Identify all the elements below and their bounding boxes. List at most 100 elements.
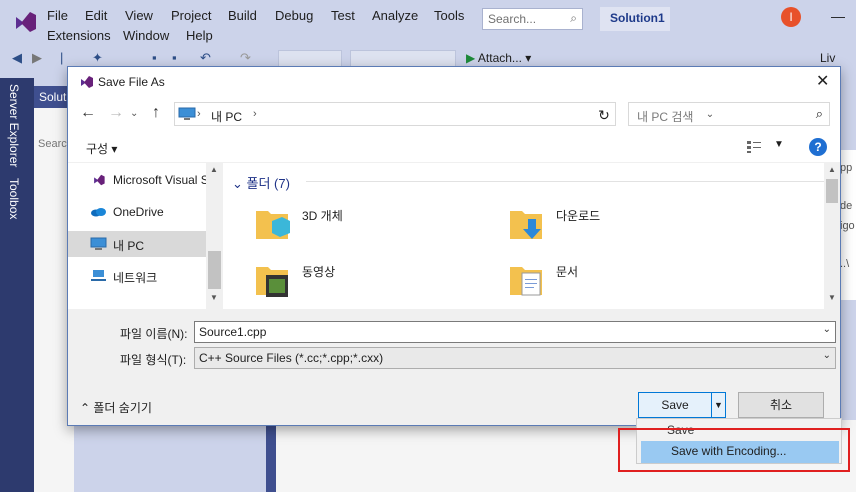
breadcrumb[interactable]: 내 PC	[211, 108, 242, 125]
vs-search-input[interactable]: Search... ⌕	[482, 8, 583, 30]
file-pane-scrollbar[interactable]: ▲ ▼	[824, 163, 840, 309]
nav-item-this-pc[interactable]: 내 PC	[68, 231, 206, 257]
filename-value: Source1.cpp	[199, 325, 267, 339]
cancel-button[interactable]: 취소	[738, 392, 824, 418]
breadcrumb-separator-icon[interactable]: ›	[253, 108, 257, 120]
scroll-up-icon[interactable]: ▲	[828, 165, 836, 174]
menu-extensions[interactable]: Extensions	[47, 28, 111, 43]
file-name: 3D 개체	[302, 209, 343, 223]
dialog-title: Save File As	[98, 75, 165, 89]
scroll-thumb[interactable]	[208, 251, 221, 289]
new-project-icon[interactable]: ✦	[92, 50, 103, 66]
menu-analyze[interactable]: Analyze	[372, 8, 418, 23]
chevron-up-icon: ⌃	[80, 401, 94, 415]
chevron-down-icon[interactable]: ⌄	[823, 350, 831, 361]
menu-debug[interactable]: Debug	[275, 8, 313, 23]
server-explorer-tab[interactable]: Server Explorer	[7, 84, 21, 167]
filename-input[interactable]: Source1.cpp ⌄	[194, 321, 836, 343]
folder-item-downloads[interactable]: 다운로드	[508, 199, 738, 245]
downloads-folder-icon	[510, 211, 542, 239]
group-header[interactable]: ⌄ 폴더 (7)	[232, 173, 290, 192]
menu-window[interactable]: Window	[123, 28, 169, 43]
save-button[interactable]: Save	[638, 392, 712, 418]
back-icon[interactable]: ◀	[12, 50, 22, 66]
menu-file[interactable]: File	[47, 8, 68, 23]
chevron-down-icon[interactable]: ⌄	[823, 324, 831, 335]
computer-icon	[90, 237, 107, 250]
address-bar[interactable]: › 내 PC › ⌄ ↻	[174, 102, 714, 126]
undo-icon[interactable]: ↶	[200, 50, 211, 66]
nav-item-onedrive[interactable]: OneDrive	[68, 199, 206, 225]
save-options-area: 파일 이름(N): Source1.cpp ⌄ 파일 형식(T): C++ So…	[68, 309, 840, 425]
live-share-button[interactable]: Liv	[820, 51, 835, 65]
collapse-chevron-icon: ⌄	[232, 176, 247, 191]
filetype-select[interactable]: C++ Source Files (*.cc;*.cpp;*.cxx) ⌄	[194, 347, 836, 369]
file-name: 다운로드	[556, 209, 601, 223]
refresh-icon[interactable]: ↻	[595, 106, 613, 124]
folder-item-documents[interactable]: 문서	[508, 255, 738, 301]
scroll-down-icon[interactable]: ▼	[210, 293, 218, 302]
properties-text: pp	[840, 162, 853, 174]
folder-item-videos[interactable]: 동영상	[254, 255, 484, 301]
nav-item-label: Microsoft Visual S	[113, 173, 206, 187]
forward-arrow-icon[interactable]: →	[108, 104, 124, 122]
folder-search-placeholder: 내 PC 검색	[637, 110, 694, 124]
filetype-value: C++ Source Files (*.cc;*.cpp;*.cxx)	[199, 351, 384, 365]
menu-help[interactable]: Help	[186, 28, 213, 43]
recent-locations-icon[interactable]: ⌄	[130, 108, 138, 119]
redo-icon[interactable]: ↷	[240, 50, 251, 66]
attach-button[interactable]: ▶ Attach... ▾	[466, 51, 531, 65]
folder-search-input[interactable]: 내 PC 검색 ⌕	[628, 102, 830, 126]
play-icon: ▶	[466, 51, 478, 65]
avatar[interactable]: I	[781, 7, 801, 27]
save-split-dropdown-icon[interactable]: ▼	[712, 392, 726, 418]
computer-icon	[178, 107, 196, 120]
minimize-icon[interactable]: —	[831, 8, 845, 24]
visual-studio-icon	[94, 174, 105, 186]
menu-build[interactable]: Build	[228, 8, 257, 23]
forward-icon[interactable]: ▶	[32, 50, 42, 66]
search-icon: ⌕	[815, 106, 823, 121]
menu-edit[interactable]: Edit	[85, 8, 107, 23]
solution-search[interactable]: Searc	[38, 138, 67, 150]
close-icon[interactable]: ✕	[816, 71, 829, 91]
nav-item-visual-studio[interactable]: Microsoft Visual S	[68, 167, 206, 193]
save-icon[interactable]: ▪	[152, 50, 157, 65]
nav-item-label: 내 PC	[113, 239, 145, 253]
filename-label: 파일 이름(N):	[120, 327, 188, 341]
menu-test[interactable]: Test	[331, 8, 355, 23]
breadcrumb-separator-icon: ›	[197, 108, 201, 120]
scroll-thumb[interactable]	[826, 179, 838, 203]
hide-folders-toggle[interactable]: ⌃ 폴더 숨기기	[80, 399, 152, 416]
navigation-row: ← → ⌄ ↑ › 내 PC › ⌄ ↻ 내 PC 검색 ⌕	[68, 99, 840, 129]
nav-item-label: OneDrive	[113, 205, 164, 219]
back-arrow-icon[interactable]: ←	[80, 104, 96, 122]
menu-view[interactable]: View	[125, 8, 153, 23]
navigation-pane: Microsoft Visual S OneDrive 내 PC 네트워크 ▲ …	[68, 163, 223, 309]
properties-text: ..\	[840, 258, 850, 270]
properties-text: igo	[840, 220, 855, 232]
nav-pane-scrollbar[interactable]: ▲ ▼	[206, 163, 223, 309]
vs-search-placeholder: Search...	[488, 12, 537, 26]
nav-item-network[interactable]: 네트워크	[68, 263, 206, 289]
organize-button[interactable]: 구성 ▾	[86, 140, 117, 157]
save-file-as-dialog: Save File As ✕ ← → ⌄ ↑ › 내 PC › ⌄ ↻ 내 PC…	[67, 66, 841, 426]
editor-scroll-edge	[266, 420, 276, 492]
solution-name-badge: Solution1	[600, 7, 670, 31]
3d-objects-folder-icon	[256, 211, 290, 239]
menu-tools[interactable]: Tools	[434, 8, 464, 23]
filetype-label: 파일 형식(T):	[120, 353, 187, 367]
scroll-down-icon[interactable]: ▼	[828, 293, 836, 302]
help-icon[interactable]: ?	[809, 138, 827, 156]
save-all-icon[interactable]: ▪	[172, 50, 177, 65]
folder-item-3d-objects[interactable]: 3D 개체	[254, 199, 484, 245]
view-options-icon[interactable]	[746, 140, 762, 154]
up-arrow-icon[interactable]: ↑	[152, 104, 160, 122]
menu-project[interactable]: Project	[171, 8, 211, 23]
group-divider	[306, 181, 826, 182]
search-icon: ⌕	[570, 11, 577, 25]
chevron-down-icon[interactable]: ▼	[774, 139, 784, 150]
toolbox-tab[interactable]: Toolbox	[7, 178, 21, 219]
scroll-up-icon[interactable]: ▲	[210, 165, 218, 174]
videos-folder-icon	[256, 267, 288, 297]
